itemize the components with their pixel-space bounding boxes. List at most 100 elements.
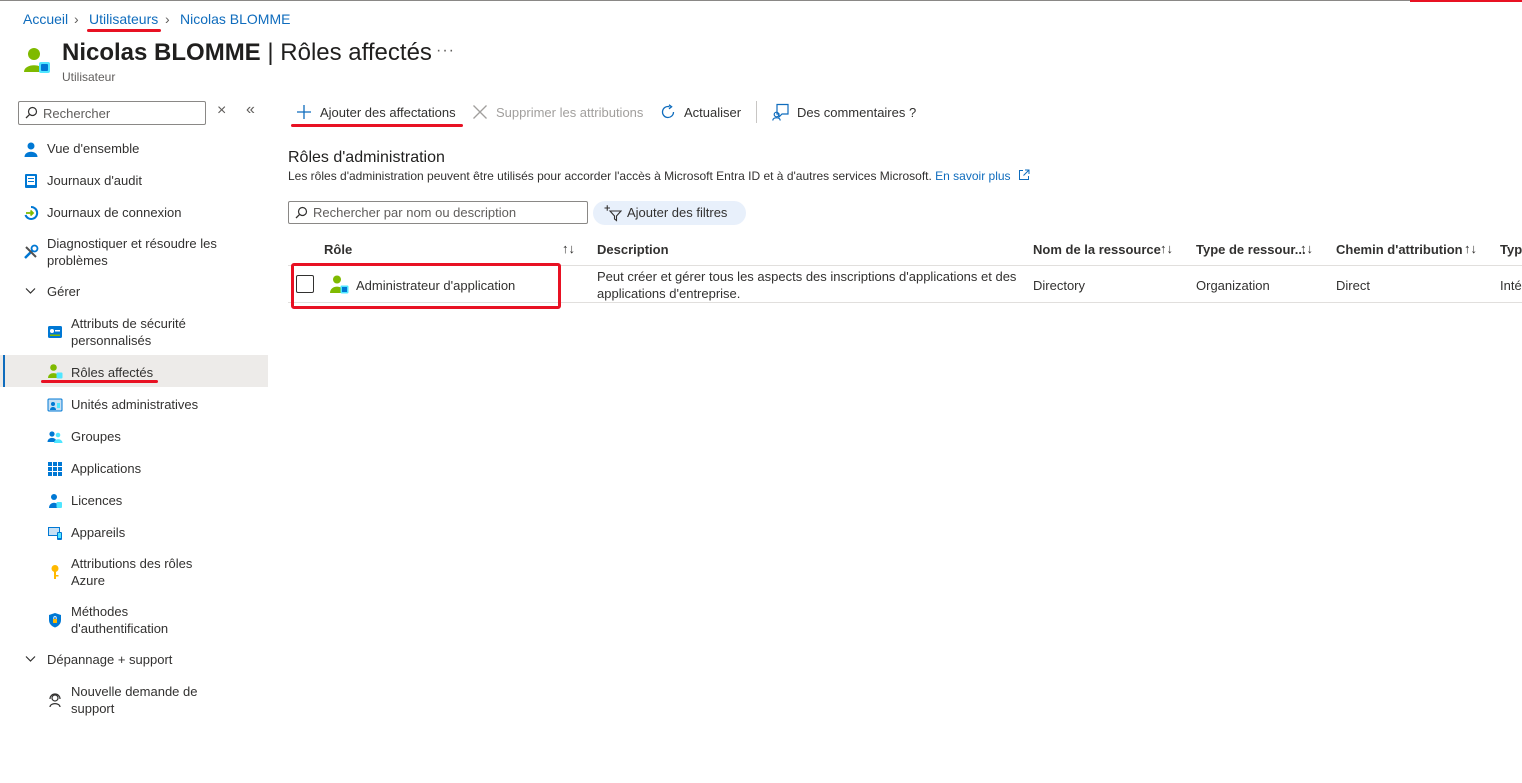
type-cell: Inté (1500, 278, 1522, 293)
support-icon (49, 693, 61, 708)
breadcrumb-home[interactable]: Accueil (23, 10, 68, 28)
column-header-description[interactable]: Description (597, 241, 669, 258)
search-icon (25, 106, 38, 119)
learn-more-link[interactable]: En savoir plus (935, 169, 1010, 183)
page-subtitle: Utilisateur (62, 70, 116, 84)
toolbar-divider (756, 101, 757, 123)
assigned-roles-icon (48, 364, 63, 379)
resource-name-link[interactable]: Directory (1033, 277, 1085, 294)
sidebar-item-auth-methods[interactable]: Méthodes d'authentification (0, 603, 268, 639)
sidebar-item-label: Rôles affectés (71, 365, 154, 380)
column-header-resource-name[interactable]: Nom de la ressource (1033, 241, 1161, 258)
feedback-button[interactable]: Des commentaires ? (797, 104, 916, 121)
sidebar-item-label: Unités administratives (71, 397, 199, 412)
breadcrumb-current-user[interactable]: Nicolas BLOMME (180, 10, 290, 28)
sidebar-item-devices[interactable]: Appareils (0, 523, 268, 543)
page-section-title: Rôles affectés (280, 39, 432, 66)
sidebar-item-licenses[interactable]: Licences (0, 491, 268, 511)
sidebar-item-label: Groupes (71, 429, 121, 444)
annotation-underline-roles (41, 380, 158, 383)
chevron-down-icon (25, 656, 36, 662)
annotation-underline-users (87, 29, 161, 32)
sidebar-item-label: Méthodes d'authentification (71, 604, 169, 636)
resource-type-cell: Organization (1196, 278, 1270, 293)
assignment-path-cell: Direct (1336, 278, 1370, 293)
sign-in-log-icon (24, 205, 39, 220)
feedback-icon (772, 103, 789, 121)
refresh-button[interactable]: Actualiser (684, 104, 741, 121)
add-filters-button[interactable]: Ajouter des filtres (593, 201, 746, 225)
more-options-button[interactable]: ··· (436, 42, 455, 60)
chevron-right-icon: › (74, 11, 79, 27)
licenses-icon (49, 494, 62, 508)
sidebar-group-label: Dépannage + support (47, 652, 173, 667)
clear-search-button[interactable]: × (217, 102, 226, 120)
annotation-underline-add (291, 124, 463, 127)
column-header-type[interactable]: Typ (1500, 241, 1522, 258)
add-icon (297, 105, 311, 119)
sidebar-item-label: Journaux de connexion (47, 205, 182, 220)
wrench-icon (24, 244, 39, 259)
sidebar-item-label: Appareils (71, 525, 126, 540)
column-header-assignment-path[interactable]: Chemin d'attribution (1336, 241, 1463, 258)
close-icon (473, 105, 487, 119)
add-filter-icon (604, 205, 622, 222)
role-description-line1: Peut créer et gérer tous les aspects des… (597, 269, 1017, 284)
sidebar-group-support[interactable]: Dépannage + support (0, 650, 268, 670)
sidebar-item-sign-in-logs[interactable]: Journaux de connexion (0, 203, 268, 223)
sidebar-item-audit-logs[interactable]: Journaux d'audit (0, 171, 268, 191)
sidebar-item-label: Attributs de sécurité personnalisés (71, 316, 186, 348)
sort-arrows-icon[interactable]: ↑↓ (1464, 241, 1477, 256)
refresh-icon (661, 104, 675, 119)
user-name: Nicolas BLOMME (62, 39, 261, 66)
sidebar-item-label: Attributions des rôles Azure (71, 556, 193, 588)
sidebar-item-label: Licences (71, 493, 123, 508)
section-description: Les rôles d'administration peuvent être … (288, 168, 1030, 184)
sidebar-item-groups[interactable]: Groupes (0, 427, 268, 447)
top-border (0, 0, 1522, 1)
sidebar-search-box[interactable] (18, 101, 206, 125)
column-header-role[interactable]: Rôle (324, 241, 352, 258)
add-filters-label: Ajouter des filtres (627, 205, 728, 220)
sidebar-item-label: Nouvelle demande de support (71, 684, 198, 716)
sidebar-group-label: Gérer (47, 284, 81, 299)
sidebar-item-new-support-request[interactable]: Nouvelle demande de support (0, 683, 268, 719)
sidebar-item-admin-units[interactable]: Unités administratives (0, 395, 268, 415)
admin-units-icon (47, 398, 63, 412)
sidebar-item-label: Applications (71, 461, 142, 476)
title-separator: | (267, 39, 274, 66)
role-search-box[interactable] (288, 201, 588, 224)
sidebar-item-security-attributes[interactable]: Attributs de sécurité personnalisés (0, 315, 268, 351)
sidebar-item-applications[interactable]: Applications (0, 459, 268, 479)
sort-arrows-icon[interactable]: ↑↓ (1160, 241, 1173, 256)
chevron-down-icon (25, 288, 36, 294)
collapse-sidebar-button[interactable]: « (246, 101, 255, 119)
top-red-accent (1410, 0, 1522, 2)
column-header-resource-type[interactable]: Type de ressour... (1196, 241, 1306, 258)
description-text: Les rôles d'administration peuvent être … (288, 169, 932, 183)
sort-arrows-icon[interactable]: ↑↓ (1300, 241, 1313, 256)
remove-assignments-button[interactable]: Supprimer les attributions (496, 104, 643, 121)
external-link-icon[interactable] (1018, 169, 1030, 181)
chevron-right-icon: › (165, 11, 170, 27)
sidebar-item-label: Vue d'ensemble (47, 141, 140, 156)
sidebar-group-manage[interactable]: Gérer (0, 282, 268, 302)
breadcrumb-users[interactable]: Utilisateurs (89, 10, 158, 28)
add-assignments-button[interactable]: Ajouter des affectations (320, 104, 456, 121)
audit-log-icon (25, 174, 37, 188)
sidebar-item-overview[interactable]: Vue d'ensemble (0, 139, 268, 159)
devices-icon (48, 527, 62, 540)
sidebar-item-diagnose[interactable]: Diagnostiquer et résoudre les problèmes (0, 235, 268, 271)
security-attributes-icon (48, 326, 62, 338)
sidebar-search-input[interactable] (43, 104, 199, 122)
groups-icon (47, 431, 63, 443)
section-title: Rôles d'administration (288, 149, 445, 166)
sort-arrows-icon[interactable]: ↑↓ (562, 241, 575, 256)
user-icon (24, 142, 38, 157)
annotation-highlight-box (291, 263, 561, 309)
role-search-input[interactable] (313, 204, 581, 221)
role-description-line2: applications d'entreprise. (597, 286, 741, 301)
sidebar-item-label: Journaux d'audit (47, 173, 142, 188)
sidebar-item-azure-role-assignments[interactable]: Attributions des rôles Azure (0, 555, 268, 591)
shield-icon (49, 613, 61, 628)
